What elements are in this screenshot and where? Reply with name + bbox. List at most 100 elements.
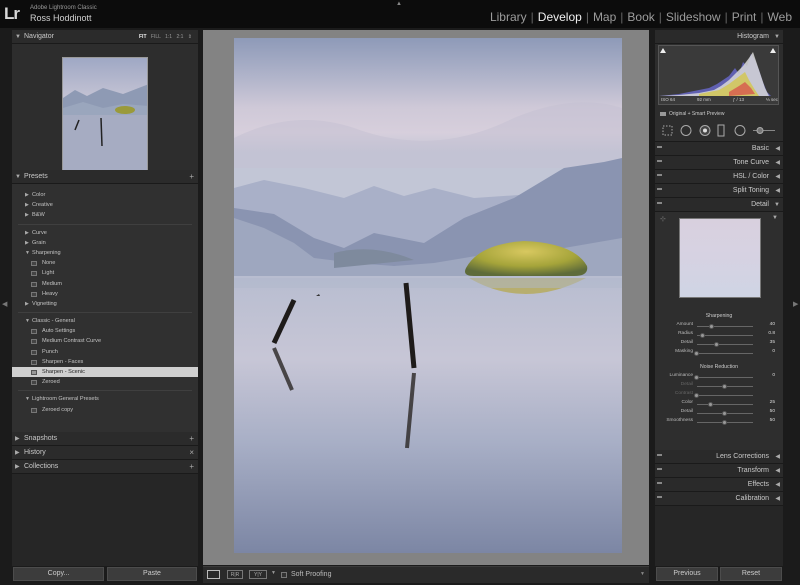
preset-folder-lightroom-general-presets[interactable]: ▼ Lightroom General Presets — [12, 394, 198, 404]
snapshots-header[interactable]: ▶ Snapshots + — [12, 432, 198, 446]
preset-item-auto-settings[interactable]: Auto Settings — [12, 326, 198, 336]
preset-item-none[interactable]: None — [12, 258, 198, 268]
preset-folder-grain[interactable]: ▶ Grain — [12, 238, 198, 248]
panel-header-calibration[interactable]: Calibration ◀ — [655, 492, 783, 506]
radial-filter-icon[interactable] — [733, 124, 747, 138]
slider-color[interactable]: Color 25 — [659, 400, 779, 408]
graduated-filter-icon[interactable] — [715, 124, 727, 138]
panel-switch-icon[interactable] — [657, 188, 662, 190]
slider-thumb[interactable] — [708, 401, 713, 407]
zoom-menu-icon[interactable]: ⇕ — [188, 34, 192, 40]
module-web[interactable]: Web — [764, 10, 796, 24]
top-panel-toggle-icon[interactable]: ▲ — [396, 1, 402, 7]
panel-header-effects[interactable]: Effects ◀ — [655, 478, 783, 492]
preset-folder-color[interactable]: ▶ Color — [12, 190, 198, 200]
history-header[interactable]: ▶ History × — [12, 446, 198, 460]
copy-button[interactable]: Copy... — [13, 567, 104, 581]
panel-switch-icon[interactable] — [657, 160, 662, 162]
module-library[interactable]: Library — [486, 10, 531, 24]
zoom-fit[interactable]: FIT — [139, 34, 147, 40]
slider-thumb[interactable] — [722, 419, 727, 425]
collections-header[interactable]: ▶ Collections + — [12, 460, 198, 474]
slider-thumb[interactable] — [694, 374, 699, 380]
preset-item-medium[interactable]: Medium — [12, 279, 198, 289]
panel-switch-icon[interactable] — [657, 496, 662, 498]
preset-folder-curve[interactable]: ▶ Curve — [12, 228, 198, 238]
module-slideshow[interactable]: Slideshow — [662, 10, 725, 24]
slider-track[interactable] — [697, 404, 753, 405]
clear-history-icon[interactable]: × — [189, 446, 194, 460]
add-snapshot-icon[interactable]: + — [189, 432, 194, 446]
before-after-icon[interactable]: R|R — [227, 570, 243, 579]
slider-value[interactable]: 0 — [772, 373, 775, 378]
toolbar-menu-icon[interactable]: ▼ — [640, 571, 645, 577]
slider-detail[interactable]: Detail 50 — [659, 409, 779, 417]
image-canvas[interactable] — [203, 30, 649, 565]
add-preset-icon[interactable]: + — [189, 170, 194, 184]
preset-item-zeroed-copy[interactable]: Zeroed copy — [12, 405, 198, 415]
preset-folder-classic-general[interactable]: ▼ Classic - General — [12, 316, 198, 326]
slider-value[interactable]: 50 — [770, 409, 775, 414]
slider-amount[interactable]: Amount 40 — [659, 322, 779, 330]
slider-value[interactable]: 50 — [770, 418, 775, 423]
preset-folder-b-w[interactable]: ▶ B&W — [12, 210, 198, 220]
slider-luminance[interactable]: Luminance 0 — [659, 373, 779, 381]
soft-proofing-checkbox[interactable] — [281, 572, 287, 578]
slider-value[interactable]: 0.8 — [768, 331, 775, 336]
preview-toggle-icon[interactable]: ▼ — [772, 215, 778, 221]
preset-item-sharpen-faces[interactable]: Sharpen - Faces — [12, 357, 198, 367]
panel-switch-icon[interactable] — [657, 482, 662, 484]
preset-item-light[interactable]: Light — [12, 268, 198, 278]
preset-folder-creative[interactable]: ▶ Creative — [12, 200, 198, 210]
histogram-graph[interactable]: ISO 64 92 mm ƒ / 13 ⅓ sec — [658, 45, 779, 105]
panel-switch-icon[interactable] — [657, 146, 662, 148]
previous-button[interactable]: Previous — [656, 567, 718, 581]
panel-switch-icon[interactable] — [657, 454, 662, 456]
slider-track[interactable] — [697, 335, 753, 336]
slider-value[interactable]: 25 — [770, 400, 775, 405]
left-panel-toggle-icon[interactable]: ◀ — [2, 300, 7, 308]
panel-header-hsl-color[interactable]: HSL / Color ◀ — [655, 170, 783, 184]
navigator-thumbnail[interactable] — [62, 57, 148, 171]
panel-header-lens-corrections[interactable]: Lens Corrections ◀ — [655, 450, 783, 464]
slider-masking[interactable]: Masking 0 — [659, 349, 779, 357]
panel-header-basic[interactable]: Basic ◀ — [655, 142, 783, 156]
slider-value[interactable]: 0 — [772, 349, 775, 354]
identity-plate[interactable]: Ross Hoddinott — [30, 13, 92, 23]
preset-item-punch[interactable]: Punch — [12, 347, 198, 357]
paste-button[interactable]: Paste — [107, 567, 197, 581]
panel-header-detail[interactable]: Detail ▼ — [655, 198, 783, 212]
panel-switch-icon[interactable] — [657, 468, 662, 470]
panel-header-tone-curve[interactable]: Tone Curve ◀ — [655, 156, 783, 170]
preset-item-heavy[interactable]: Heavy — [12, 289, 198, 299]
preset-item-medium-contrast-curve[interactable]: Medium Contrast Curve — [12, 336, 198, 346]
navigator-zoom-options[interactable]: FIT FILL 1:1 2:1 ⇕ — [139, 30, 192, 44]
navigator-header[interactable]: ▼ Navigator FIT FILL 1:1 2:1 ⇕ — [12, 30, 198, 44]
target-adjust-icon[interactable]: ⊹ — [660, 215, 666, 223]
panel-switch-icon[interactable] — [657, 174, 662, 176]
slider-track[interactable] — [697, 377, 753, 378]
navigator-preview[interactable] — [12, 44, 198, 171]
red-eye-icon[interactable] — [698, 124, 712, 138]
slider-value[interactable]: 40 — [770, 322, 775, 327]
dropdown-arrow-icon[interactable]: ▼ — [271, 570, 276, 576]
zoom-2-1[interactable]: 2:1 — [176, 34, 183, 40]
slider-track[interactable] — [697, 344, 753, 345]
preset-item-zeroed[interactable]: Zeroed — [12, 377, 198, 387]
panel-switch-icon[interactable] — [657, 202, 662, 204]
module-map[interactable]: Map — [589, 10, 620, 24]
slider-thumb[interactable] — [709, 323, 715, 329]
module-print[interactable]: Print — [728, 10, 761, 24]
zoom-fill[interactable]: FILL — [151, 34, 161, 40]
main-photo[interactable] — [234, 38, 622, 553]
module-book[interactable]: Book — [623, 10, 658, 24]
reset-button[interactable]: Reset — [720, 567, 782, 581]
slider-thumb[interactable] — [699, 332, 705, 338]
histogram-header[interactable]: Histogram ▼ — [655, 30, 783, 44]
crop-tool-icon[interactable] — [659, 124, 673, 138]
spot-removal-icon[interactable] — [679, 124, 693, 138]
slider-smoothness[interactable]: Smoothness 50 — [659, 418, 779, 426]
presets-header[interactable]: ▼ Presets + — [12, 170, 198, 184]
panel-header-transform[interactable]: Transform ◀ — [655, 464, 783, 478]
slider-radius[interactable]: Radius 0.8 — [659, 331, 779, 339]
